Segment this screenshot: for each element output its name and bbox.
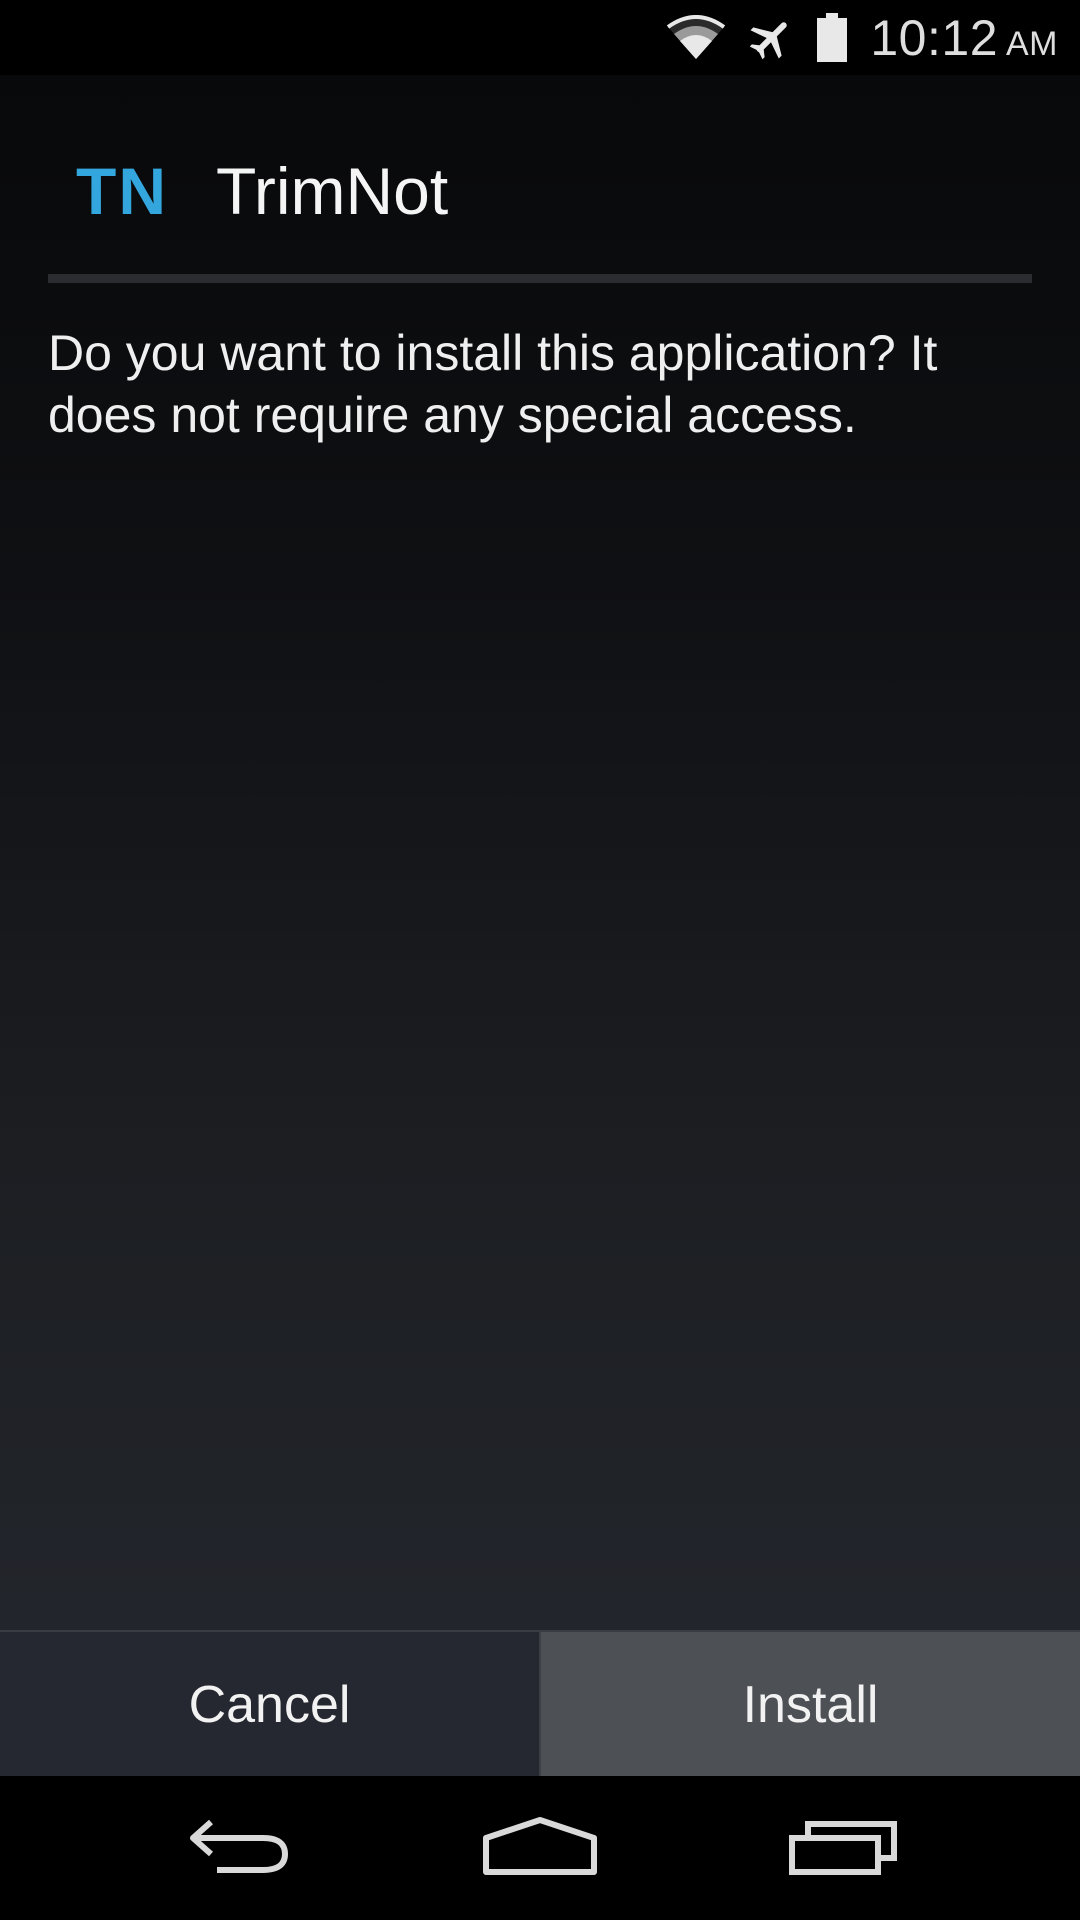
install-button[interactable]: Install: [541, 1632, 1080, 1777]
cancel-button[interactable]: Cancel: [0, 1632, 541, 1777]
header-divider: [48, 274, 1032, 283]
home-button[interactable]: [440, 1776, 640, 1920]
clock-ampm: AM: [1006, 25, 1058, 63]
status-icons: 10:12 AM: [666, 8, 1058, 68]
clock-time: 10:12: [870, 10, 998, 66]
dialog-header: TN TrimNot: [0, 120, 1080, 270]
status-clock: 10:12 AM: [870, 13, 1058, 63]
recent-apps-icon: [788, 1816, 898, 1880]
wifi-icon: [666, 15, 726, 61]
back-icon: [185, 1816, 295, 1880]
home-icon: [482, 1816, 598, 1880]
install-message: Do you want to install this application?…: [48, 325, 938, 443]
airplane-mode-icon: [748, 15, 794, 61]
navigation-bar: [0, 1776, 1080, 1920]
dialog-button-bar: Cancel Install: [0, 1630, 1080, 1777]
status-bar: 10:12 AM: [0, 0, 1080, 75]
app-icon: TN: [76, 154, 168, 228]
package-installer-screen: 10:12 AM TN TrimNot Do you want to insta…: [0, 0, 1080, 1920]
battery-icon: [816, 13, 848, 63]
recent-apps-button[interactable]: [743, 1776, 943, 1920]
back-button[interactable]: [140, 1776, 340, 1920]
app-name: TrimNot: [216, 154, 449, 228]
